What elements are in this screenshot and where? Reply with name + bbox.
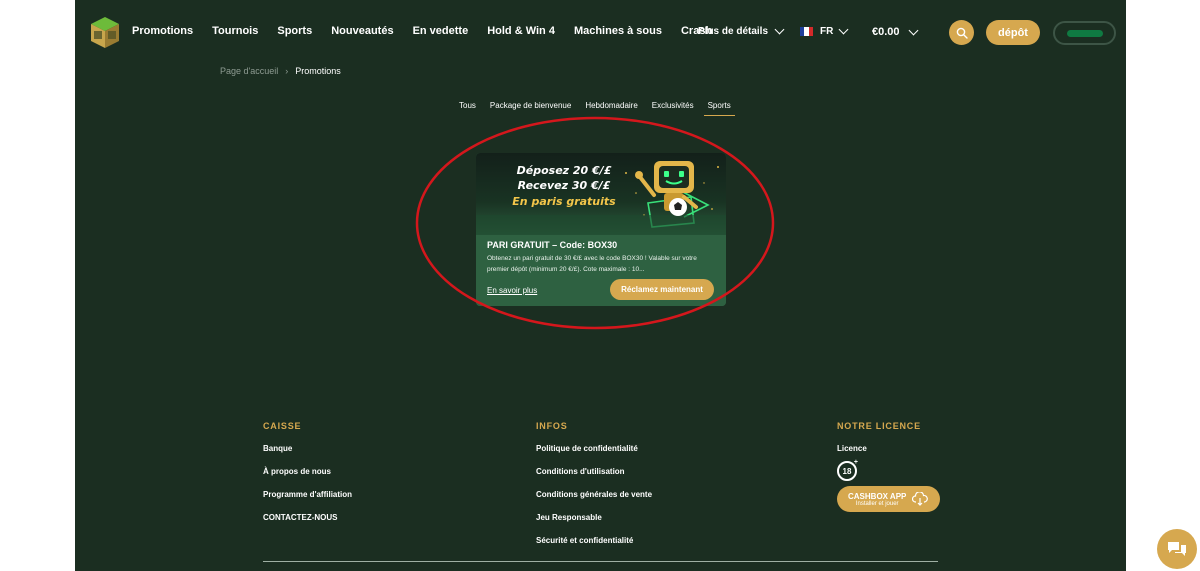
promo-tabs: Tous Package de bienvenue Hebdomadaire E… (459, 101, 749, 116)
language-selector[interactable]: FR (800, 24, 849, 37)
app-subtitle: Installer et jouer (855, 500, 899, 507)
tab-package-bienvenue[interactable]: Package de bienvenue (490, 101, 571, 116)
footer-link-confidentialite[interactable]: Politique de confidentialité (536, 444, 652, 453)
main-nav: Promotions Tournois Sports Nouveautés En… (132, 25, 731, 37)
nav-item-machines[interactable]: Machines à sous (574, 25, 662, 37)
footer-link-banque[interactable]: Banque (263, 444, 352, 453)
tab-exclusivites[interactable]: Exclusivités (652, 101, 694, 116)
france-flag-icon (800, 27, 813, 36)
deposit-button[interactable]: dépôt (986, 20, 1040, 45)
footer-heading-licence: NOTRE LICENCE (837, 421, 921, 431)
cashbox-logo[interactable] (90, 16, 120, 49)
banner-line-3: En paris gratuits (512, 195, 616, 208)
breadcrumb-current: Promotions (295, 66, 341, 76)
footer-column-infos: INFOS Politique de confidentialité Condi… (536, 421, 652, 559)
search-icon (956, 27, 968, 39)
cashbox-app-button[interactable]: CASHBOX APP Installer et jouer (837, 486, 940, 512)
banner-headline: Déposez 20 €/£ Recevez 30 €/£ En paris g… (504, 163, 624, 210)
nav-item-tournois[interactable]: Tournois (212, 25, 258, 37)
live-chat-button[interactable] (1157, 529, 1197, 569)
more-details-label: Plus de détails (698, 26, 769, 37)
age-badge-label: 18 (842, 466, 852, 476)
nav-item-sports[interactable]: Sports (277, 25, 312, 37)
promo-body: PARI GRATUIT – Code: BOX30 Obtenez un pa… (476, 235, 726, 306)
nav-item-hold-win[interactable]: Hold & Win 4 (487, 25, 555, 37)
chevron-down-icon (908, 25, 918, 35)
tab-hebdomadaire[interactable]: Hebdomadaire (585, 101, 637, 116)
promo-card: Déposez 20 €/£ Recevez 30 €/£ En paris g… (476, 153, 726, 306)
banner-line-2: Recevez 30 €/£ (517, 179, 611, 192)
nav-item-nouveautes[interactable]: Nouveautés (331, 25, 393, 37)
breadcrumb-separator: › (285, 66, 289, 76)
nav-item-promotions[interactable]: Promotions (132, 25, 193, 37)
chevron-down-icon (774, 24, 785, 35)
header: Promotions Tournois Sports Nouveautés En… (75, 0, 1126, 66)
footer-heading-infos: INFOS (536, 421, 568, 431)
claim-now-button[interactable]: Réclamez maintenant (610, 279, 714, 300)
promo-title: PARI GRATUIT – Code: BOX30 (487, 240, 618, 250)
footer-column-caisse: CAISSE Banque À propos de nous Programme… (263, 421, 352, 536)
page: Promotions Tournois Sports Nouveautés En… (75, 0, 1126, 571)
chat-bubble-icon (1168, 542, 1186, 556)
learn-more-link[interactable]: En savoir plus (487, 286, 537, 295)
cloud-download-icon (912, 492, 929, 506)
footer-column-licence: NOTRE LICENCE Licence 18 + CASHBOX APP I… (837, 421, 940, 512)
breadcrumb: Page d'accueil › Promotions (220, 66, 341, 76)
language-label: FR (820, 26, 834, 37)
tab-tous[interactable]: Tous (459, 101, 476, 116)
app-title: CASHBOX APP (848, 491, 907, 501)
footer-link-conditions[interactable]: Conditions d'utilisation (536, 467, 652, 476)
account-button[interactable] (1053, 21, 1116, 45)
banner-line-1: Déposez 20 €/£ (516, 164, 612, 177)
footer-link-cgv[interactable]: Conditions générales de vente (536, 490, 652, 499)
footer-divider (263, 561, 938, 562)
footer-link-licence[interactable]: Licence (837, 444, 940, 453)
footer-link-a-propos[interactable]: À propos de nous (263, 467, 352, 476)
breadcrumb-home[interactable]: Page d'accueil (220, 66, 278, 76)
search-button[interactable] (949, 20, 974, 45)
footer-link-contact[interactable]: CONTACTEZ-NOUS (263, 513, 352, 522)
chevron-down-icon (838, 24, 849, 35)
nav-item-en-vedette[interactable]: En vedette (413, 25, 469, 37)
promo-description: Obtenez un pari gratuit de 30 €/£ avec l… (487, 255, 697, 273)
promo-banner[interactable]: Déposez 20 €/£ Recevez 30 €/£ En paris g… (476, 153, 726, 235)
age-18-badge-icon: 18 + (837, 459, 858, 481)
tab-sports[interactable]: Sports (703, 101, 735, 116)
more-details-dropdown[interactable]: Plus de détails (698, 24, 785, 37)
footer-heading-caisse: CAISSE (263, 421, 302, 431)
balance-dropdown[interactable]: €0.00 (872, 25, 918, 38)
robot-mascot-icon (635, 161, 698, 216)
footer-link-affiliation[interactable]: Programme d'affiliation (263, 490, 352, 499)
footer-link-securite[interactable]: Sécurité et confidentialité (536, 536, 652, 545)
balance-value: €0.00 (872, 26, 900, 38)
footer-link-jeu-responsable[interactable]: Jeu Responsable (536, 513, 652, 522)
redacted-username (1066, 29, 1103, 37)
